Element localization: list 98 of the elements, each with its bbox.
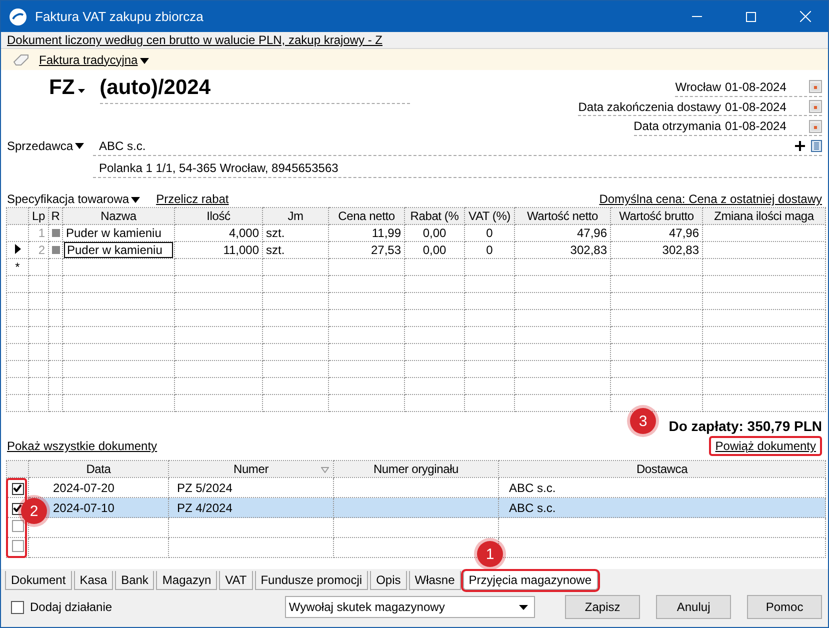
table-cell: 0,00 [422, 243, 446, 257]
status-square-icon [52, 246, 60, 254]
table-cell: 0 [486, 243, 493, 257]
column-header[interactable]: Numer [168, 460, 334, 478]
date-field[interactable]: 01-08-2024 [725, 119, 797, 134]
dialog-button[interactable]: Zapisz [565, 595, 640, 619]
column-header[interactable]: Data [28, 460, 168, 478]
column-header[interactable]: R [48, 208, 62, 224]
link-documents-link[interactable]: Powiąż dokumenty [715, 439, 816, 453]
table-cell: Puder w kamieniu [66, 226, 162, 240]
tab[interactable]: Przyjęcia magazynowe [462, 571, 598, 590]
app-logo-icon [9, 8, 27, 26]
table-cell: 1 [38, 226, 45, 240]
calendar-icon[interactable] [809, 80, 822, 94]
tab[interactable]: Magazyn [156, 571, 218, 590]
date-label: Data otrzymania [634, 119, 721, 134]
table-cell: 4,000 [228, 226, 259, 240]
maximize-icon [746, 12, 756, 22]
table-cell: 2024-07-20 [53, 480, 114, 494]
list-icon[interactable] [811, 140, 822, 152]
new-row-marker: * [15, 260, 20, 274]
table-cell: 302,83 [570, 243, 607, 257]
column-header[interactable]: Cena netto [328, 208, 404, 224]
table-cell: 11,99 [372, 226, 401, 240]
show-all-documents-link[interactable]: Pokaż wszystkie dokumenty [7, 439, 158, 453]
table-cell: szt. [266, 243, 285, 257]
table-cell: 11,000 [223, 243, 259, 257]
tab[interactable]: Dokument [5, 571, 72, 590]
tab[interactable]: Fundusze promocji [254, 571, 368, 590]
column-header[interactable]: Jm [262, 208, 328, 224]
calendar-icon[interactable] [809, 100, 822, 113]
table-cell: szt. [266, 226, 285, 240]
tab[interactable]: Bank [115, 571, 154, 590]
amount-due: Do zapłaty: 350,79 PLN [668, 418, 822, 434]
specification-dropdown[interactable]: Specyfikacja towarowa [7, 192, 140, 206]
caret-icon [75, 143, 84, 149]
column-header[interactable]: VAT (%) [464, 208, 514, 224]
add-icon[interactable] [795, 140, 805, 150]
table-cell: 0,00 [422, 226, 446, 240]
callout-badge: 1 [477, 541, 503, 567]
caret-icon [519, 604, 528, 610]
window-title: Faktura VAT zakupu zbiorcza [35, 9, 204, 24]
series-dropdown[interactable]: FZ [49, 76, 86, 100]
table-cell: 302,83 [662, 243, 699, 257]
document-number-field[interactable]: (auto)/2024 [100, 76, 410, 104]
eraser-icon [13, 54, 29, 66]
table-cell: Puder w kamieniu [67, 243, 162, 257]
column-header[interactable]: Rabat (% [404, 208, 464, 224]
table-cell: 47,96 [576, 226, 607, 240]
column-header[interactable]: Zmiana ilości maga [702, 208, 826, 224]
calendar-icon[interactable] [809, 120, 822, 133]
status-square-icon [52, 229, 60, 237]
close-icon [800, 11, 810, 22]
checkbox[interactable] [12, 540, 24, 552]
action-dropdown[interactable]: Wywołaj skutek magazynowy [284, 596, 536, 618]
caret-icon [76, 88, 86, 94]
recalc-discount-link[interactable]: Przelicz rabat [156, 192, 229, 206]
tab[interactable]: Kasa [74, 571, 114, 590]
column-header[interactable]: Dostawca [498, 460, 826, 478]
tab[interactable]: VAT [219, 571, 253, 590]
caret-icon [140, 58, 149, 64]
table-cell: 2024-07-10 [53, 500, 114, 514]
tab[interactable]: Opis [370, 571, 407, 590]
seller-address: Polanka 1 1/1, 54-365 Wrocław, 8945653563 [99, 160, 338, 174]
seller-name[interactable]: ABC s.c. [99, 138, 146, 152]
table-cell: ABC s.c. [509, 500, 556, 514]
table-cell: 2 [38, 243, 45, 257]
checkbox[interactable] [12, 520, 24, 532]
column-header[interactable]: Nazwa [62, 208, 174, 224]
column-header[interactable]: Wartość brutto [610, 208, 702, 224]
column-header[interactable]: Ilość [174, 208, 262, 224]
seller-dropdown[interactable]: Sprzedawca [7, 136, 93, 156]
table-cell: PZ 5/2024 [177, 480, 232, 494]
default-price-link[interactable]: Domyślna cena: Cena z ostatniej dostawy [599, 192, 822, 206]
dialog-button[interactable]: Pomoc [747, 595, 822, 619]
tab[interactable]: Własne [408, 571, 461, 590]
date-label: Wrocław [675, 80, 721, 94]
current-row-icon [14, 244, 20, 254]
date-field[interactable]: 01-08-2024 [725, 100, 797, 114]
table-cell: ABC s.c. [509, 480, 556, 494]
checkbox-label: Dodaj działanie [30, 600, 112, 614]
table-cell: 27,53 [370, 243, 401, 257]
column-header[interactable]: Lp [28, 208, 48, 224]
callout-badge: 3 [630, 408, 656, 434]
date-field[interactable]: 01-08-2024 [725, 80, 797, 94]
table-cell: 0 [486, 226, 493, 240]
dialog-button[interactable]: Anuluj [656, 595, 732, 619]
checkbox[interactable] [12, 482, 24, 494]
pricing-info-link[interactable]: Dokument liczony według cen brutto w walucie PLN, zakup krajowy - Z [7, 33, 382, 47]
caret-icon [131, 197, 140, 203]
table-cell: PZ 4/2024 [177, 500, 232, 514]
checkbox[interactable] [11, 600, 24, 614]
minimize-icon [692, 16, 702, 17]
table-cell: 47,96 [668, 226, 699, 240]
column-header[interactable]: Wartość netto [514, 208, 610, 224]
column-header[interactable]: Numer oryginału [334, 460, 498, 478]
document-type-dropdown[interactable]: Faktura tradycyjna [39, 52, 149, 66]
date-label: Data zakończenia dostawy [578, 100, 721, 114]
